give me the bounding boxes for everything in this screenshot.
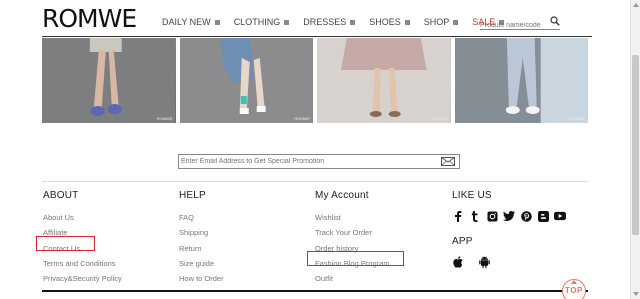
footer-account: My Account Wishlist Track Your Order Ord… <box>315 190 390 286</box>
footer-link-wishlist[interactable]: Wishlist <box>315 210 390 225</box>
dropdown-square-icon <box>404 19 410 25</box>
product-photo[interactable]: ROMWE <box>317 38 451 123</box>
back-to-top-button[interactable]: TOP <box>558 277 588 299</box>
search-icon[interactable] <box>550 16 560 26</box>
dropdown-square-icon <box>453 19 459 25</box>
footer-link-about-us[interactable]: About Us <box>43 210 122 225</box>
footer-app-title: APP <box>452 236 473 247</box>
photo-watermark: ROMWE <box>569 116 585 121</box>
facebook-icon[interactable] <box>452 210 464 222</box>
scrollbar-thumb[interactable] <box>632 55 639 235</box>
mail-icon[interactable] <box>441 157 455 166</box>
romwe-logo[interactable]: ROMWE <box>42 4 137 33</box>
nav-dresses[interactable]: DRESSES <box>303 17 356 27</box>
product-photo[interactable]: ROMWE <box>42 38 176 123</box>
up-arrow-icon <box>571 280 577 284</box>
footer-help: HELP FAQ Shipping Return Size guide How … <box>179 190 224 286</box>
nav-clothing[interactable]: CLOTHING <box>234 17 290 27</box>
highlight-box-fashion-blog-program <box>307 251 404 266</box>
android-icon[interactable] <box>478 256 490 268</box>
search-box <box>480 14 560 33</box>
scroll-up-arrow-icon[interactable] <box>633 3 639 7</box>
footer-about-title: ABOUT <box>43 190 79 201</box>
nav-label: CLOTHING <box>233 17 281 27</box>
photo-ripped-jeans <box>454 38 588 123</box>
footer-social: LIKE US APP <box>452 190 566 268</box>
vertical-scrollbar[interactable] <box>630 0 640 299</box>
section-divider <box>42 181 588 182</box>
photo-watermark: ROMWE <box>156 116 173 121</box>
footer-link-return[interactable]: Return <box>179 241 224 256</box>
footer-link-terms[interactable]: Terms and Conditions <box>43 256 122 271</box>
footer-help-title: HELP <box>179 190 206 201</box>
scroll-down-arrow-icon[interactable] <box>633 292 639 296</box>
tumblr-icon[interactable] <box>469 210 481 222</box>
twitter-icon[interactable] <box>503 210 515 222</box>
nav-label: SHOES <box>369 17 401 27</box>
newsletter-box <box>178 154 460 169</box>
photo-strip: ROMWE ROMWE ROMWE ROMWE <box>42 38 588 123</box>
highlight-box-contact-us <box>36 236 95 251</box>
footer-link-how-to-order[interactable]: How to Order <box>179 271 224 286</box>
pinterest-icon[interactable] <box>520 210 532 222</box>
apple-icon[interactable] <box>452 256 464 268</box>
footer-like-title: LIKE US <box>452 190 492 201</box>
nav-label: DAILY NEW <box>162 17 211 27</box>
footer-link-size-guide[interactable]: Size guide <box>179 256 224 271</box>
nav-daily-new[interactable]: DAILY NEW <box>162 17 220 27</box>
header-divider <box>42 36 592 37</box>
instagram-icon[interactable] <box>486 210 498 222</box>
photo-pink-skirt <box>317 38 451 123</box>
youtube-icon[interactable] <box>554 210 566 222</box>
blogger-icon[interactable] <box>537 210 549 222</box>
back-to-top-label: TOP <box>565 286 583 295</box>
newsletter-email-input[interactable] <box>181 156 431 167</box>
footer-link-track-order[interactable]: Track Your Order <box>315 225 390 240</box>
product-photo[interactable]: ROMWE <box>179 38 313 123</box>
nav-shop[interactable]: SHOP <box>424 17 459 27</box>
product-photo[interactable]: ROMWE <box>454 38 588 123</box>
photo-watermark: ROMWE <box>294 116 310 121</box>
footer-link-faq[interactable]: FAQ <box>179 210 224 225</box>
footer-bottom-divider <box>42 290 588 292</box>
photo-denim-jacket <box>179 38 313 123</box>
nav-shoes[interactable]: SHOES <box>369 17 410 27</box>
dropdown-square-icon <box>214 19 220 25</box>
dropdown-square-icon <box>350 19 356 25</box>
dropdown-square-icon <box>284 19 290 25</box>
social-icons-row <box>452 210 566 222</box>
footer-account-title: My Account <box>315 190 369 201</box>
nav-label: DRESSES <box>303 17 347 27</box>
footer-link-outfit[interactable]: Outfit <box>315 271 390 286</box>
footer-link-shipping[interactable]: Shipping <box>179 225 224 240</box>
search-input[interactable] <box>480 18 548 33</box>
photo-watermark: ROMWE <box>431 116 448 121</box>
main-nav: DAILY NEW CLOTHING DRESSES SHOES SHOP SA… <box>162 17 518 27</box>
photo-legs-blue-sandals <box>42 38 176 123</box>
site-header: ROMWE DAILY NEW CLOTHING DRESSES SHOES S… <box>0 0 630 37</box>
nav-label: SHOP <box>423 17 450 27</box>
footer-link-privacy[interactable]: Privacy&Security Policy <box>43 271 122 286</box>
app-icons-row <box>452 256 566 268</box>
